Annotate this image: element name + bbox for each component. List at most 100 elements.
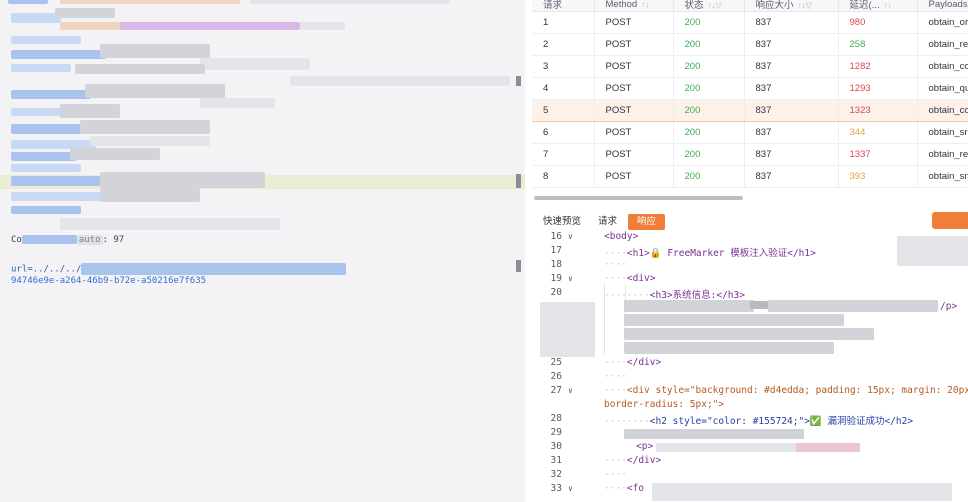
line-number: 32	[550, 469, 562, 480]
column-header-request[interactable]: 请求	[532, 0, 595, 12]
code-line: <body>	[604, 231, 639, 242]
cell-payload: obtain_re	[917, 143, 968, 166]
cell-latency: 1282	[838, 55, 918, 78]
line-number: 19	[550, 273, 562, 284]
table-row[interactable]: 3 POST 200 837 1282 obtain_co	[532, 55, 968, 78]
cell-method: POST	[594, 55, 674, 78]
response-tabs: 快速预览 请求 响应	[532, 211, 968, 233]
action-button[interactable]	[932, 212, 968, 229]
blurred-text	[11, 176, 101, 186]
blurred-text	[11, 164, 81, 172]
column-header-payloads[interactable]: Payloads	[917, 0, 968, 12]
column-header-latency[interactable]: 延迟(... ↑↓	[838, 0, 918, 12]
cell-latency: 1293	[838, 77, 918, 100]
table-row[interactable]: 5 POST 200 837 1323 obtain_co	[532, 99, 968, 122]
cell-status: 200	[673, 33, 745, 56]
line-number: 25	[550, 357, 562, 368]
code-fragment: /p>	[940, 301, 958, 312]
tab-response[interactable]: 响应	[628, 214, 666, 230]
code-line: ····<h1>🔒 FreeMarker 模板注入验证</h1>	[604, 248, 816, 259]
column-header-size[interactable]: 响应大小 ↑↓▽	[744, 0, 839, 12]
code-line: ····</div>	[604, 455, 662, 466]
code-line: ····	[604, 469, 627, 480]
blurred-text	[100, 188, 200, 202]
panel-splitter[interactable]	[525, 0, 532, 502]
cell-request-id: 4	[532, 77, 595, 100]
cell-method: POST	[594, 11, 674, 34]
blurred-text	[80, 120, 210, 134]
blurred-text	[11, 90, 91, 99]
table-row[interactable]: 7 POST 200 837 1337 obtain_re	[532, 143, 968, 166]
sort-icon[interactable]: ↑↓	[641, 0, 649, 9]
cell-status: 200	[673, 99, 745, 122]
cell-payload: obtain_sn	[917, 165, 968, 188]
cell-payload: obtain_sr	[917, 121, 968, 144]
blurred-text	[70, 148, 160, 160]
table-horizontal-scrollbar[interactable]	[534, 196, 743, 200]
scrollbar-thumb[interactable]	[516, 260, 521, 272]
cell-method: POST	[594, 143, 674, 166]
blurred-text	[250, 0, 450, 4]
response-code-view[interactable]: 16 ∨ <body> 17 ····<h1>🔒 FreeMarker 模板注入…	[532, 231, 968, 502]
sort-filter-icon[interactable]: ↑↓▽	[708, 1, 722, 10]
cell-latency: 258	[838, 33, 918, 56]
cell-size: 837	[744, 165, 839, 188]
blurred-text	[796, 443, 860, 452]
blurred-text	[85, 84, 225, 98]
fold-chevron-icon[interactable]: ∨	[568, 232, 573, 241]
request-editor-panel[interactable]: Co auto: 97 url=../../../ 94746e9e-a264-4…	[0, 0, 525, 502]
cell-size: 837	[744, 33, 839, 56]
column-header-status[interactable]: 状态 ↑↓▽	[673, 0, 745, 12]
fold-chevron-icon[interactable]: ∨	[568, 274, 573, 283]
line-number: 31	[550, 455, 562, 466]
fold-chevron-icon[interactable]: ∨	[568, 386, 573, 395]
blurred-text	[60, 104, 120, 118]
blurred-text	[624, 314, 844, 326]
fold-chevron-icon[interactable]: ∨	[568, 484, 573, 493]
line-number: 16	[550, 231, 562, 242]
cell-latency: 1337	[838, 143, 918, 166]
scrollbar-thumb[interactable]	[516, 174, 521, 188]
column-header-method[interactable]: Method ↑↓	[594, 0, 674, 12]
blurred-text	[624, 342, 834, 354]
cell-method: POST	[594, 77, 674, 100]
sort-icon[interactable]: ↑↓	[884, 1, 892, 10]
scrollbar-thumb[interactable]	[516, 76, 521, 86]
cell-status: 200	[673, 77, 745, 100]
line-number: 26	[550, 371, 562, 382]
blurred-text	[100, 44, 210, 58]
blurred-text	[11, 124, 86, 134]
cell-size: 837	[744, 11, 839, 34]
cell-request-id: 2	[532, 33, 595, 56]
table-row[interactable]: 1 POST 200 837 980 obtain_or	[532, 11, 968, 34]
table-row[interactable]: 6 POST 200 837 344 obtain_sr	[532, 121, 968, 144]
blurred-text	[90, 136, 210, 146]
blurred-text	[540, 302, 595, 357]
table-row[interactable]: 8 POST 200 837 393 obtain_sn	[532, 165, 968, 188]
tab-request[interactable]: 请求	[589, 214, 626, 230]
cell-latency: 980	[838, 11, 918, 34]
tab-quick-preview[interactable]: 快速预览	[534, 214, 590, 230]
blurred-text	[624, 429, 804, 439]
table-row[interactable]: 4 POST 200 837 1293 obtain_qu	[532, 77, 968, 100]
line-number: 30	[550, 441, 562, 452]
blurred-text	[11, 192, 106, 201]
cell-method: POST	[594, 33, 674, 56]
cell-status: 200	[673, 143, 745, 166]
uuid-text: 94746e9e-a264-46b9-b72e-a50216e7f635	[11, 276, 207, 286]
line-number: 17	[550, 245, 562, 256]
blurred-text	[300, 22, 345, 30]
blurred-text	[11, 64, 71, 72]
table-row[interactable]: 2 POST 200 837 258 obtain_re	[532, 33, 968, 56]
cell-method: POST	[594, 121, 674, 144]
code-line: ····<fo	[604, 483, 645, 494]
blurred-text	[8, 0, 48, 4]
blurred-text	[750, 301, 768, 309]
blurred-text	[656, 443, 796, 452]
sort-filter-icon[interactable]: ↑↓▽	[798, 1, 812, 10]
blurred-text	[21, 235, 77, 244]
code-line: ········<h2 style="color: #155724;">✅ 漏洞…	[604, 416, 914, 427]
line-number: 27	[550, 385, 562, 396]
cell-latency: 393	[838, 165, 918, 188]
blurred-text	[11, 152, 76, 161]
